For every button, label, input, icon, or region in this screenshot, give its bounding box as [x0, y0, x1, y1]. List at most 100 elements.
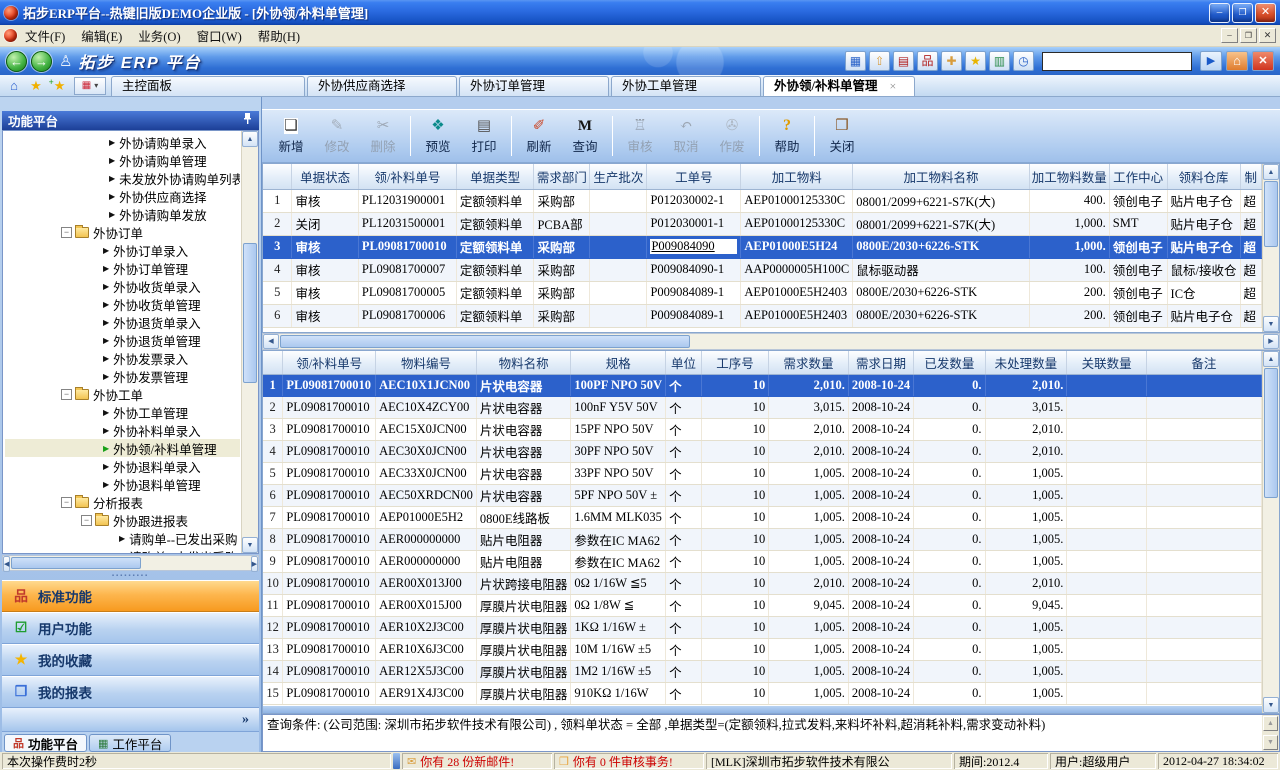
table-row[interactable]: 5审核PL09081700005定额领料单采购部P009084089-1AEP0… [263, 281, 1262, 304]
mdi-minimize-button[interactable] [1221, 28, 1238, 43]
quick-search-input[interactable] [1042, 52, 1192, 71]
column-header-5[interactable]: 工单号 [647, 164, 741, 189]
menu-item-3[interactable]: 窗口(W) [189, 24, 250, 47]
table-row[interactable]: 9PL09081700010AER000000000贴片电阻器参数在IC MA6… [263, 550, 1262, 572]
document-tab-1[interactable]: 外协供应商选择 [307, 76, 457, 96]
back-button[interactable] [6, 51, 27, 72]
nav-overflow-chevron[interactable] [2, 708, 259, 732]
tab-list-button[interactable] [74, 77, 106, 95]
sidebar-splitter[interactable] [2, 571, 259, 580]
user-card-icon[interactable]: ▥ [989, 51, 1010, 71]
column-header-3[interactable]: 需求部门 [534, 164, 590, 189]
table-row[interactable]: 5PL09081700010AEC33X0JCN00片状电容器33PF NPO … [263, 462, 1262, 484]
tree-item-8[interactable]: 外协收货单录入 [5, 277, 240, 295]
menu-item-2[interactable]: 业务(O) [130, 24, 188, 47]
menu-item-4[interactable]: 帮助(H) [250, 24, 308, 47]
table-row[interactable]: 2关闭PL12031500001定额领料单PCBA部P012030001-1AE… [263, 212, 1262, 235]
scroll-down-icon[interactable] [1263, 316, 1279, 332]
menu-item-0[interactable]: 文件(F) [17, 24, 73, 47]
go-button[interactable] [1200, 51, 1222, 71]
address-book-icon[interactable]: ▤ [893, 51, 914, 71]
tree-item-10[interactable]: 外协退货单录入 [5, 313, 240, 331]
table-row[interactable]: 15PL09081700010AER91X4J3C00厚膜片状电阻器910KΩ … [263, 682, 1262, 704]
column-header-8[interactable]: 已发数量 [914, 351, 985, 374]
folder-add-icon[interactable]: ✚ [941, 51, 962, 71]
tree-item-20[interactable]: 分析报表 [5, 493, 240, 511]
mdi-close-button[interactable] [1259, 28, 1276, 43]
sidebar-nav-user-functions[interactable]: 用户功能 [2, 612, 259, 644]
column-header-5[interactable]: 工序号 [701, 351, 768, 374]
tree-item-15[interactable]: 外协工单管理 [5, 403, 240, 421]
detail-grid-footer-scrollbar[interactable] [263, 706, 1262, 713]
grid-icon[interactable]: ▦ [845, 51, 866, 71]
toolbar-button-help[interactable]: 帮助 [764, 112, 810, 160]
scroll-right-icon[interactable] [1263, 334, 1279, 349]
column-header-11[interactable]: 备注 [1146, 351, 1261, 374]
query-scroll-down-icon[interactable] [1263, 735, 1278, 750]
table-row[interactable]: 6PL09081700010AEC50XRDCN00片状电容器5PF NPO 5… [263, 484, 1262, 506]
table-row[interactable]: 1PL09081700010AEC10X1JCN00片状电容器100PF NPO… [263, 374, 1262, 396]
table-row[interactable]: 7PL09081700010AEP01000E5H20800E线路板1.6MM … [263, 506, 1262, 528]
table-row[interactable]: 2PL09081700010AEC10X4ZCY00片状电容器100nF Y5V… [263, 396, 1262, 418]
tree-item-21[interactable]: 外协跟进报表 [5, 511, 240, 529]
mdi-restore-button[interactable] [1240, 28, 1257, 43]
column-header-1[interactable]: 物料编号 [376, 351, 477, 374]
clock-icon[interactable]: ◷ [1013, 51, 1034, 71]
detail-grid-scrollbar[interactable] [1262, 351, 1279, 713]
table-row[interactable]: 12PL09081700010AER10X2J3C00厚膜片状电阻器1KΩ 1/… [263, 616, 1262, 638]
tree-item-4[interactable]: 外协请购单发放 [5, 205, 240, 223]
column-header-10[interactable]: 关联数量 [1067, 351, 1147, 374]
column-header-3[interactable]: 规格 [571, 351, 666, 374]
table-row[interactable]: 14PL09081700010AER12X5J3C00厚膜片状电阻器1M2 1/… [263, 660, 1262, 682]
column-header-1[interactable]: 领/补料单号 [358, 164, 456, 189]
tree-item-5[interactable]: 外协订单 [5, 223, 240, 241]
table-row[interactable]: 3PL09081700010AEC15X0JCN00片状电容器15PF NPO … [263, 418, 1262, 440]
inline-editor[interactable]: P009084090 [650, 239, 737, 254]
query-scroll-up-icon[interactable] [1263, 716, 1278, 731]
tree-scrollbar[interactable] [241, 131, 258, 553]
tree-item-13[interactable]: 外协发票管理 [5, 367, 240, 385]
sidebar-nav-my-reports[interactable]: 我的报表 [2, 676, 259, 708]
column-header-8[interactable]: 加工物料数量 [1029, 164, 1109, 189]
expand-collapse-icon[interactable] [81, 515, 92, 526]
scroll-down-icon[interactable] [242, 537, 258, 553]
toolbar-button-print[interactable]: 打印 [461, 112, 507, 160]
home-icon[interactable] [4, 78, 24, 94]
tree-item-6[interactable]: 外协订单录入 [5, 241, 240, 259]
column-header-0[interactable]: 领/补料单号 [283, 351, 376, 374]
tree-item-0[interactable]: 外协请购单录入 [5, 133, 240, 151]
table-row[interactable]: 4审核PL09081700007定额领料单采购部P009084090-1AAP0… [263, 258, 1262, 281]
table-row[interactable]: 6审核PL09081700006定额领料单采购部P009084089-1AEP0… [263, 304, 1262, 327]
table-row[interactable]: 1审核PL12031900001定额领料单采购部P012030002-1AEP0… [263, 189, 1262, 212]
scroll-thumb[interactable] [1264, 368, 1278, 498]
scroll-right-icon[interactable] [251, 556, 258, 572]
expand-collapse-icon[interactable] [61, 497, 72, 508]
tree-item-11[interactable]: 外协退货单管理 [5, 331, 240, 349]
column-header-11[interactable]: 制 [1240, 164, 1261, 189]
sidebar-nav-my-favorites[interactable]: 我的收藏 [2, 644, 259, 676]
column-header-6[interactable]: 加工物料 [741, 164, 853, 189]
toolbar-button-query[interactable]: 查询 [562, 112, 608, 160]
scroll-down-icon[interactable] [1263, 697, 1279, 713]
org-chart-icon[interactable]: 品 [917, 51, 938, 71]
tree-item-9[interactable]: 外协收货单管理 [5, 295, 240, 313]
table-row[interactable]: 11PL09081700010AER00X015J00厚膜片状电阻器0Ω 1/8… [263, 594, 1262, 616]
tree-item-23[interactable]: 请购单--未发出采购 [5, 547, 240, 554]
tree-item-12[interactable]: 外协发票录入 [5, 349, 240, 367]
toolbar-button-preview[interactable]: 预览 [415, 112, 461, 160]
column-header-6[interactable]: 需求数量 [769, 351, 849, 374]
scroll-thumb[interactable] [11, 557, 141, 569]
tab-work-platform[interactable]: 工作平台 [89, 734, 171, 752]
table-row[interactable]: 10PL09081700010AER00X013J00片状跨接电阻器0Ω 1/1… [263, 572, 1262, 594]
scroll-up-icon[interactable] [1263, 164, 1279, 180]
master-grid-hscrollbar[interactable] [262, 333, 1280, 350]
document-tab-0[interactable]: 主控面板 [111, 76, 305, 96]
tree-item-3[interactable]: 外协供应商选择 [5, 187, 240, 205]
scroll-left-icon[interactable] [263, 334, 279, 349]
column-header-7[interactable]: 需求日期 [848, 351, 913, 374]
tree-item-1[interactable]: 外协请购单管理 [5, 151, 240, 169]
expand-collapse-icon[interactable] [61, 227, 72, 238]
document-tab-2[interactable]: 外协订单管理 [459, 76, 609, 96]
scroll-thumb[interactable] [1264, 181, 1278, 247]
document-tab-3[interactable]: 外协工单管理 [611, 76, 761, 96]
